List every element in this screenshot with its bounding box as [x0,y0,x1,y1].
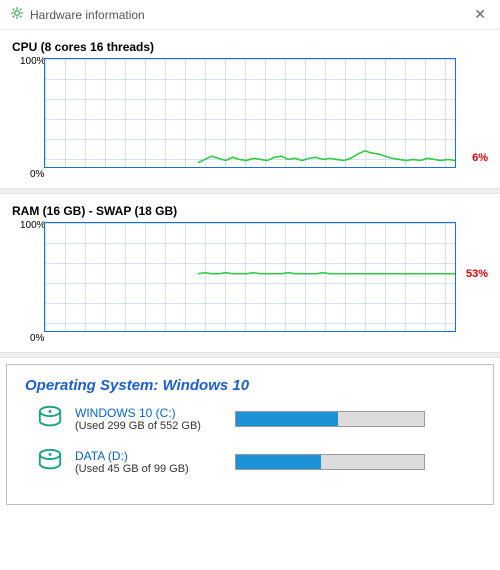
cpu-ymax: 100% [20,56,46,67]
drive-usage-text: (Used 45 GB of 99 GB) [75,463,235,475]
ram-ymax: 100% [20,220,46,231]
ram-ymin: 0% [30,333,44,344]
drive-row: WINDOWS 10 (C:)(Used 299 GB of 552 GB) [37,404,479,433]
os-title: Operating System: Windows 10 [25,377,479,394]
disk-icon [37,404,63,433]
cpu-current-value: 6% [472,152,488,164]
ram-chart: 100% 0% 53% [0,220,500,346]
separator [0,352,500,358]
drive-name[interactable]: DATA (D:) [75,449,235,463]
cpu-ymin: 0% [30,169,44,180]
ram-current-value: 53% [466,268,488,280]
ram-title: RAM (16 GB) - SWAP (18 GB) [0,194,500,220]
disk-icon [37,447,63,476]
ram-chart-box [44,222,456,332]
drive-row: DATA (D:)(Used 45 GB of 99 GB) [37,447,479,476]
close-icon[interactable]: ✕ [470,6,490,23]
drive-usage-bar [235,454,425,470]
titlebar: Hardware information ✕ [0,0,500,30]
drive-usage-text: (Used 299 GB of 552 GB) [75,420,235,432]
hardware-icon [10,6,24,23]
drive-usage-bar [235,411,425,427]
cpu-title: CPU (8 cores 16 threads) [0,30,500,56]
window-title: Hardware information [30,8,470,22]
os-panel: Operating System: Windows 10 WINDOWS 10 … [6,364,494,505]
cpu-chart-box [44,58,456,168]
cpu-chart: 100% 0% 6% [0,56,500,182]
drive-name[interactable]: WINDOWS 10 (C:) [75,406,235,420]
